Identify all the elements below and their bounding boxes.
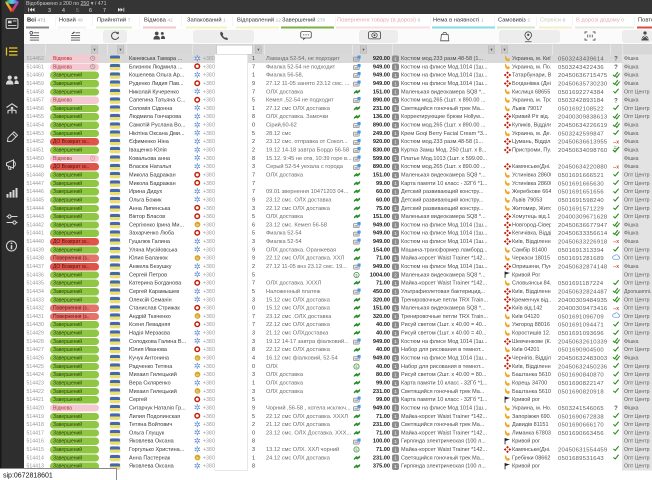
svg-text:lc: lc bbox=[196, 456, 199, 460]
svg-text:lc: lc bbox=[196, 390, 199, 394]
svg-text:lc: lc bbox=[196, 223, 199, 227]
svg-text:lc: lc bbox=[196, 315, 199, 319]
svg-text:lc: lc bbox=[196, 356, 199, 360]
svg-text:lc: lc bbox=[196, 257, 199, 261]
svg-text:lc: lc bbox=[196, 373, 199, 377]
